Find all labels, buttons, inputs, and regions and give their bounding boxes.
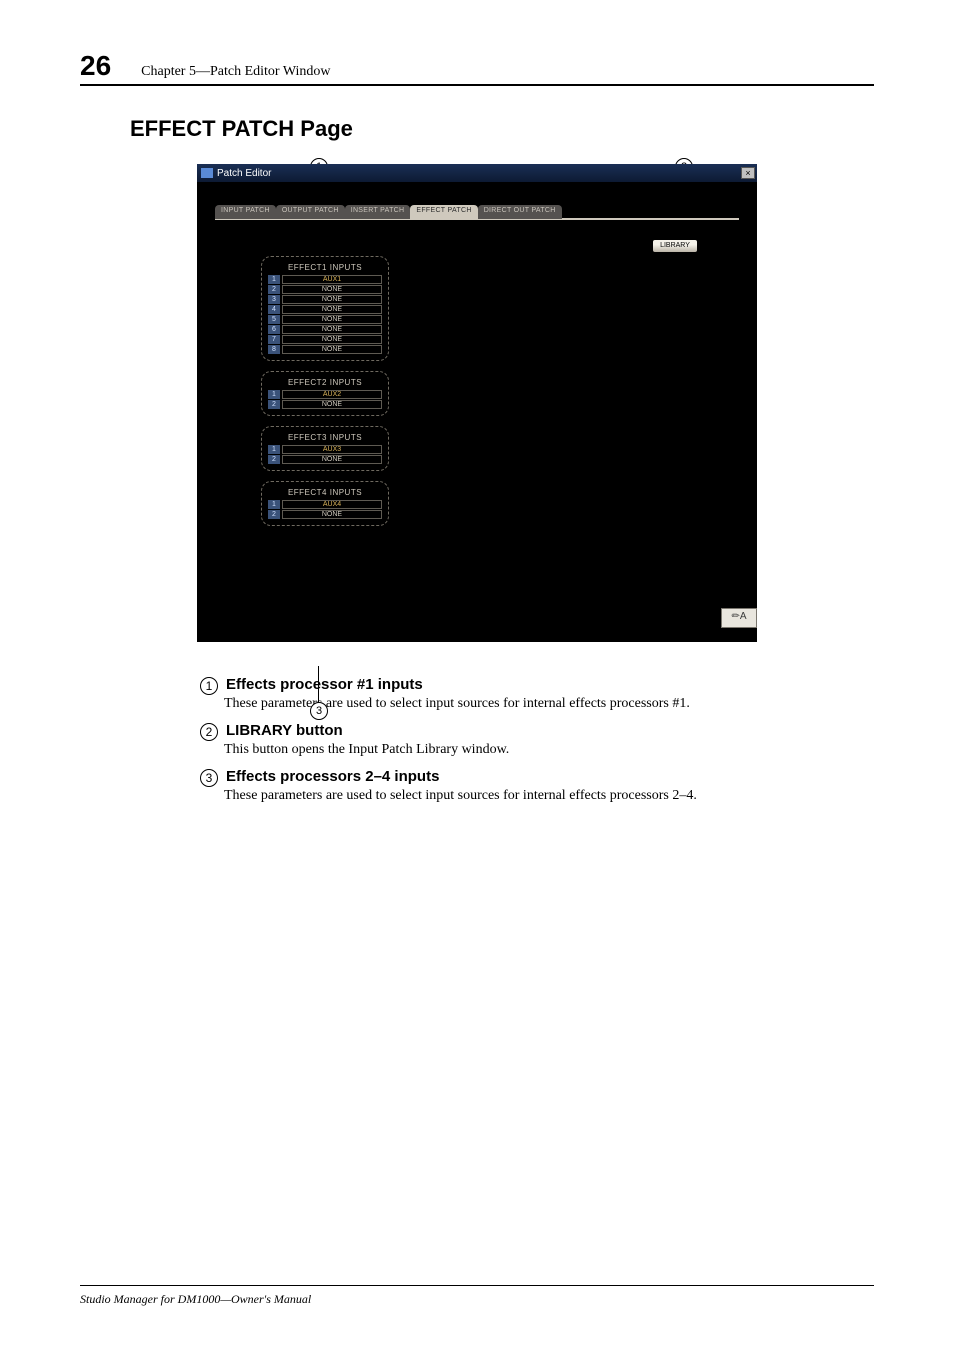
window-titlebar: Patch Editor × — [197, 164, 757, 182]
row-index: 2 — [268, 285, 280, 294]
row-index: 5 — [268, 315, 280, 324]
tab-insert-patch[interactable]: INSERT PATCH — [345, 205, 411, 219]
effect-panels: EFFECT1 INPUTS 1AUX1 2NONE 3NONE 4NONE 5… — [215, 256, 739, 526]
row-index: 1 — [268, 500, 280, 509]
panel-title: EFFECT4 INPUTS — [268, 488, 382, 497]
description-list: 1 Effects processor #1 inputs These para… — [200, 676, 834, 806]
input-row: 1AUX3 — [268, 445, 382, 454]
input-select[interactable]: NONE — [282, 325, 382, 334]
row-index: 7 — [268, 335, 280, 344]
input-row: 2NONE — [268, 455, 382, 464]
input-row: 1AUX1 — [268, 275, 382, 284]
desc-num: 2 — [200, 723, 218, 741]
input-select[interactable]: AUX4 — [282, 500, 382, 509]
input-row: 2NONE — [268, 400, 382, 409]
desc-num: 3 — [200, 769, 218, 787]
row-index: 8 — [268, 345, 280, 354]
chapter-line: Chapter 5—Patch Editor Window — [141, 64, 330, 80]
description-item: 2 LIBRARY button This button opens the I… — [200, 722, 834, 760]
input-select[interactable]: NONE — [282, 345, 382, 354]
desc-title: Effects processor #1 inputs — [226, 676, 423, 693]
ime-badge: ✏A — [721, 608, 757, 628]
patch-editor-window: Patch Editor × INPUT PATCH OUTPUT PATCH … — [197, 164, 757, 642]
input-row: 1AUX4 — [268, 500, 382, 509]
input-select[interactable]: NONE — [282, 315, 382, 324]
ime-text: A — [740, 611, 747, 622]
tab-label: DIRECT OUT PATCH — [484, 207, 556, 214]
row-index: 1 — [268, 390, 280, 399]
input-select[interactable]: NONE — [282, 305, 382, 314]
desc-body: This button opens the Input Patch Librar… — [224, 741, 834, 760]
input-select[interactable]: NONE — [282, 510, 382, 519]
tab-effect-patch[interactable]: EFFECT PATCH — [410, 205, 477, 219]
tab-label: EFFECT PATCH — [416, 207, 471, 214]
callout-3-line — [318, 666, 319, 702]
tab-output-patch[interactable]: OUTPUT PATCH — [276, 205, 345, 219]
page-header: 26 Chapter 5—Patch Editor Window — [80, 50, 874, 86]
input-select[interactable]: NONE — [282, 295, 382, 304]
input-row: 2NONE — [268, 285, 382, 294]
window-title: Patch Editor — [217, 168, 271, 179]
tab-label: INPUT PATCH — [221, 207, 270, 214]
input-row: 5NONE — [268, 315, 382, 324]
button-label: LIBRARY — [660, 242, 690, 249]
page-number: 26 — [80, 50, 111, 82]
window-icon — [201, 168, 213, 178]
input-row: 7NONE — [268, 335, 382, 344]
row-index: 1 — [268, 445, 280, 454]
close-button[interactable]: × — [741, 167, 755, 179]
input-select[interactable]: AUX1 — [282, 275, 382, 284]
description-item: 1 Effects processor #1 inputs These para… — [200, 676, 834, 714]
section-heading: EFFECT PATCH Page — [130, 116, 874, 142]
row-index: 2 — [268, 400, 280, 409]
input-select[interactable]: NONE — [282, 400, 382, 409]
effect3-inputs-panel: EFFECT3 INPUTS 1AUX3 2NONE — [261, 426, 389, 471]
library-button[interactable]: LIBRARY — [653, 240, 697, 252]
screenshot-figure: 1 2 3 Patch Editor × INPUT PATCH OUTPUT … — [197, 164, 757, 642]
close-icon: × — [745, 168, 750, 178]
tab-input-patch[interactable]: INPUT PATCH — [215, 205, 276, 219]
input-row: 2NONE — [268, 510, 382, 519]
effect1-inputs-panel: EFFECT1 INPUTS 1AUX1 2NONE 3NONE 4NONE 5… — [261, 256, 389, 361]
tab-label: OUTPUT PATCH — [282, 207, 339, 214]
input-row: 3NONE — [268, 295, 382, 304]
panel-title: EFFECT2 INPUTS — [268, 378, 382, 387]
tab-direct-out-patch[interactable]: DIRECT OUT PATCH — [478, 205, 562, 219]
row-index: 2 — [268, 510, 280, 519]
desc-title: Effects processors 2–4 inputs — [226, 768, 439, 785]
description-item: 3 Effects processors 2–4 inputs These pa… — [200, 768, 834, 806]
row-index: 2 — [268, 455, 280, 464]
input-row: 8NONE — [268, 345, 382, 354]
input-select[interactable]: AUX3 — [282, 445, 382, 454]
panel-title: EFFECT3 INPUTS — [268, 433, 382, 442]
input-select[interactable]: NONE — [282, 455, 382, 464]
desc-num: 1 — [200, 677, 218, 695]
row-index: 4 — [268, 305, 280, 314]
window-client-area: INPUT PATCH OUTPUT PATCH INSERT PATCH EF… — [197, 182, 757, 642]
effect2-inputs-panel: EFFECT2 INPUTS 1AUX2 2NONE — [261, 371, 389, 416]
callout-3: 3 — [310, 702, 328, 720]
input-row: 4NONE — [268, 305, 382, 314]
desc-title: LIBRARY button — [226, 722, 343, 739]
input-select[interactable]: AUX2 — [282, 390, 382, 399]
ime-icon: ✏ — [731, 611, 739, 622]
page-footer: Studio Manager for DM1000—Owner's Manual — [80, 1285, 874, 1307]
input-row: 1AUX2 — [268, 390, 382, 399]
tab-label: INSERT PATCH — [351, 207, 405, 214]
input-row: 6NONE — [268, 325, 382, 334]
input-select[interactable]: NONE — [282, 285, 382, 294]
tabs-row: INPUT PATCH OUTPUT PATCH INSERT PATCH EF… — [215, 204, 739, 218]
row-index: 6 — [268, 325, 280, 334]
panel-title: EFFECT1 INPUTS — [268, 263, 382, 272]
effect4-inputs-panel: EFFECT4 INPUTS 1AUX4 2NONE — [261, 481, 389, 526]
row-index: 1 — [268, 275, 280, 284]
row-index: 3 — [268, 295, 280, 304]
desc-body: These parameters are used to select inpu… — [224, 787, 834, 806]
input-select[interactable]: NONE — [282, 335, 382, 344]
